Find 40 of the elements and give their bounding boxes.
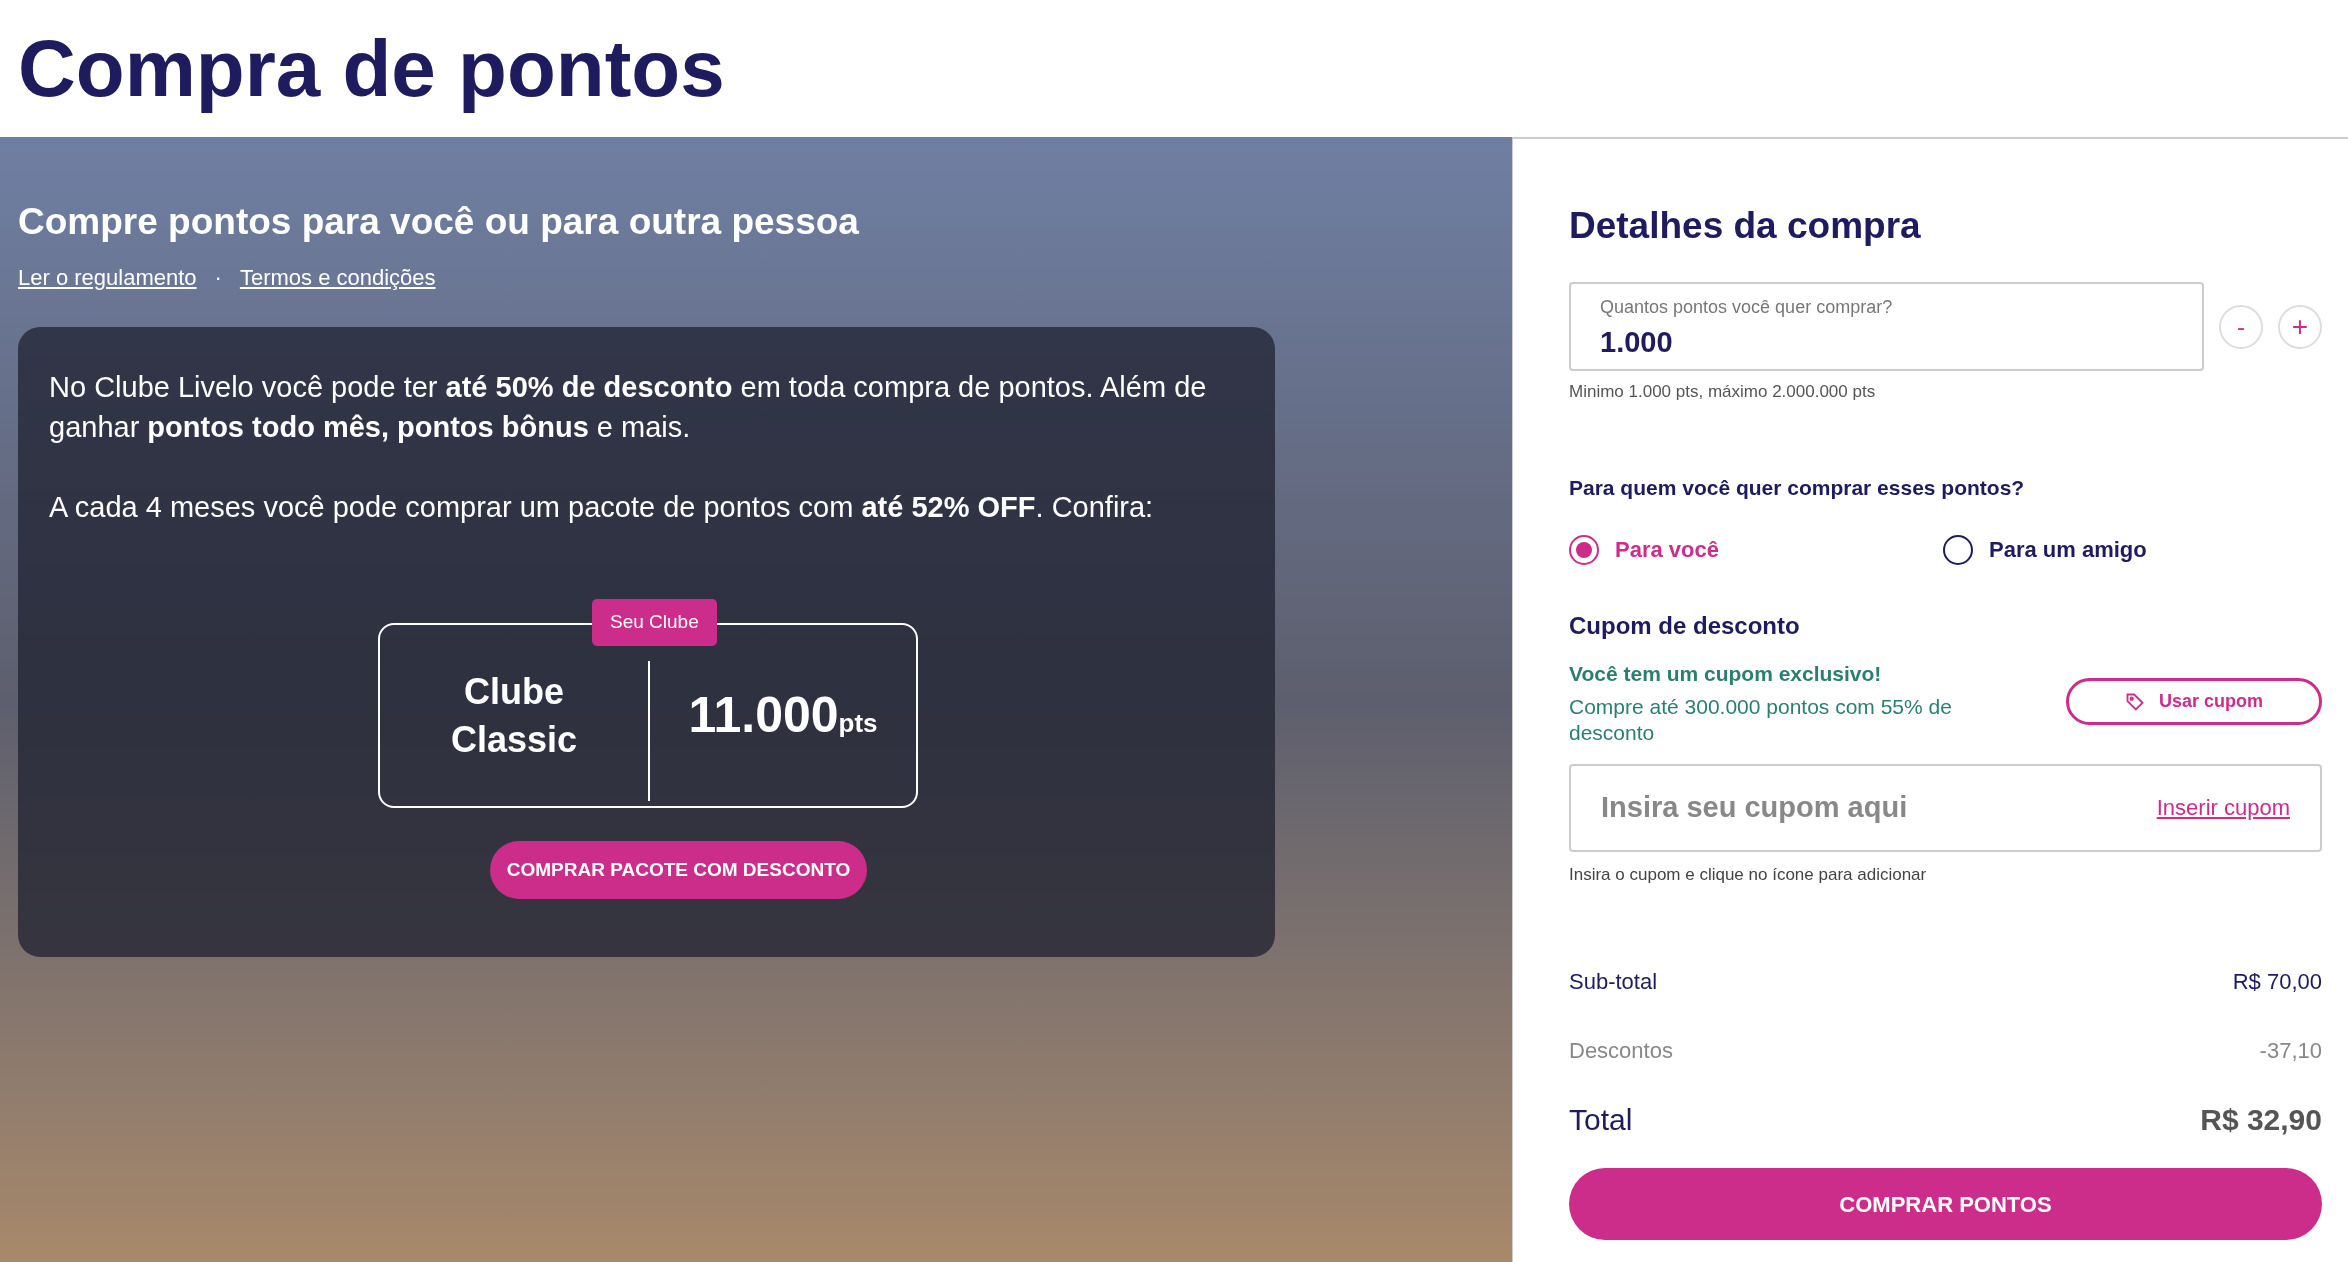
page-title: Compra de pontos [18, 22, 725, 115]
decrement-button[interactable]: - [2219, 304, 2263, 349]
summary-label: Sub-total [1569, 968, 1658, 996]
recipient-radio[interactable]: Para um amigo [1943, 533, 2317, 566]
link[interactable]: Ler o regulamento [18, 261, 197, 295]
coupon-hint: Insira o cupom e clique no ícone para adicionar [1569, 863, 1928, 886]
quantity-hint: Minimo 1.000 pts, máximo 2.000.000 pts [1569, 381, 1877, 403]
coupon-offer-text: Compre até 300.000 pontos com 55% de desconto [1569, 693, 1953, 746]
promo-text: A cada 4 meses você pode comprar um pacote de pontos com até 52% OFF. Confira: [49, 490, 1155, 526]
field-label: Quantos pontos você quer comprar? [1600, 296, 1894, 319]
club-badge: Seu Clube [592, 599, 717, 646]
separator-dot: · [214, 264, 222, 293]
discount-package-button[interactable]: COMPRAR PACOTE COM DESCONTO [490, 841, 867, 900]
points-value: 11.000 [688, 686, 839, 746]
summary-value: R$ 32,90 [2200, 1102, 2322, 1138]
summary-value: R$ 70,00 [2232, 968, 2322, 996]
use-coupon-button[interactable]: Usar cupom [2066, 678, 2322, 726]
summary-value: -37,10 [2259, 1037, 2322, 1065]
summary-label: Descontos [1569, 1037, 1673, 1065]
points-quantity-field[interactable]: Quantos pontos você quer comprar? 1.000 [1569, 282, 2204, 371]
radio-icon [1569, 534, 1599, 565]
tag-icon [2125, 691, 2145, 712]
increment-button[interactable]: + [2278, 304, 2322, 349]
promo-text: No Clube Livelo você pode ter até 50% de desconto em toda compra de pontos. Além de ganhar pontos todo mês, pontos bônus e mais. [49, 370, 1208, 446]
coupon-title: Cupom de desconto [1569, 611, 1801, 641]
radio-icon [1943, 534, 1973, 565]
club-name: Clube Classic [449, 669, 579, 762]
points-unit: pts [838, 707, 878, 741]
link[interactable]: Termos e condições [239, 261, 436, 295]
coupon-field[interactable]: Insira seu cupom aqui Inserir cupom [1569, 763, 2322, 852]
recipient-radio[interactable]: Para você [1569, 533, 1943, 566]
recipient-question: Para quem você quer comprar esses pontos? [1569, 474, 2026, 501]
insert-coupon-link[interactable]: Inserir cupom [2156, 791, 2290, 824]
points-input[interactable]: 1.000 [1600, 321, 2173, 365]
buy-points-button[interactable]: COMPRAR PONTOS [1569, 1168, 2322, 1240]
hero-heading: Compre pontos para você ou para outra pessoa [18, 200, 860, 244]
details-title: Detalhes da compra [1569, 204, 1922, 248]
coupon-input[interactable]: Insira seu cupom aqui [1601, 785, 2001, 830]
coupon-offer-title: Você tem um cupom exclusivo! [1569, 661, 1883, 687]
summary-label: Total [1569, 1102, 1633, 1138]
